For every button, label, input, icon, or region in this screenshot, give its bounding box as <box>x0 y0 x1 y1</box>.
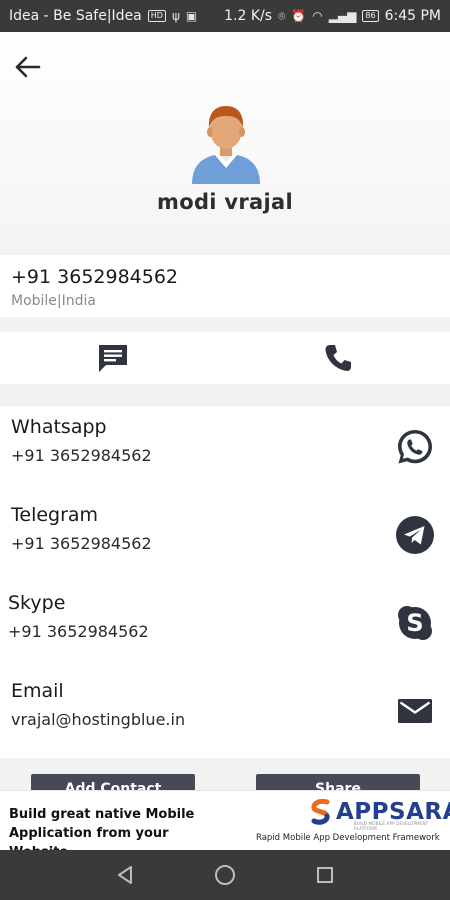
whatsapp-number: +91 3652984562 <box>11 446 152 465</box>
email-button[interactable] <box>394 690 436 732</box>
call-button[interactable] <box>318 340 358 376</box>
whatsapp-card[interactable]: Whatsapp +91 3652984562 <box>0 406 450 494</box>
phone-number: +91 3652984562 <box>11 266 179 288</box>
status-left: Idea - Be Safe|Idea HD ψ ▣ <box>9 8 197 24</box>
status-right: 1.2 K/s ⌾ ⏰ ◠ ▂▄▆ 86 6:45 PM <box>224 8 441 24</box>
triangle-back-icon <box>118 866 132 884</box>
telegram-number: +91 3652984562 <box>11 534 152 553</box>
carrier-text: Idea - Be Safe|Idea <box>9 8 142 24</box>
whatsapp-title: Whatsapp <box>11 416 107 438</box>
back-button[interactable] <box>8 50 46 84</box>
usb-icon: ψ <box>171 9 180 23</box>
wifi-icon: ◠ <box>312 9 323 23</box>
battery-icon: 86 <box>362 10 379 22</box>
whatsapp-icon <box>398 430 432 464</box>
brand-tagline: Rapid Mobile App Development Framework <box>256 833 440 843</box>
alarm-icon: ⏰ <box>291 9 307 23</box>
telegram-icon <box>396 516 434 554</box>
email-card[interactable]: Email vrajal@hostingblue.in <box>0 670 450 758</box>
clock-time: 6:45 PM <box>384 8 441 24</box>
email-title: Email <box>11 680 64 702</box>
system-nav-bar <box>0 850 450 900</box>
skype-title: Skype <box>8 592 66 614</box>
ad-banner[interactable]: Build great native Mobile Application fr… <box>0 790 450 850</box>
contact-name: modi vrajal <box>157 190 293 214</box>
email-address: vrajal@hostingblue.in <box>11 710 186 729</box>
whatsapp-button[interactable] <box>394 426 436 468</box>
nav-recents-button[interactable] <box>310 862 340 888</box>
arrow-left-icon <box>15 56 41 78</box>
telegram-card[interactable]: Telegram +91 3652984562 <box>0 494 450 582</box>
location-icon: ⌾ <box>278 8 286 23</box>
phone-type: Mobile|India <box>11 293 96 309</box>
email-icon <box>398 699 432 723</box>
contact-detail-page: modi vrajal +91 3652984562 Mobile|India … <box>0 32 450 850</box>
telegram-title: Telegram <box>11 504 99 526</box>
image-notification-icon: ▣ <box>185 9 198 23</box>
hd-badge: HD <box>147 10 166 22</box>
quick-actions-row <box>0 332 450 384</box>
contact-header: modi vrajal <box>0 32 450 254</box>
phone-icon <box>325 345 351 371</box>
primary-phone-block[interactable]: +91 3652984562 Mobile|India <box>0 255 450 317</box>
square-recents-icon <box>317 867 333 883</box>
skype-number: +91 3652984562 <box>8 622 149 641</box>
brand-small-text: BUILD MOBILE APP DEVELOPMENT PLATFORM <box>354 821 429 831</box>
svg-text:S: S <box>406 609 423 637</box>
circle-home-icon <box>215 865 235 885</box>
telegram-button[interactable] <box>394 514 436 556</box>
nav-back-button[interactable] <box>110 862 140 888</box>
banner-text: Build great native Mobile Application fr… <box>9 807 195 850</box>
appsara-logo-icon <box>311 799 330 825</box>
network-speed: 1.2 K/s <box>224 8 273 24</box>
nav-home-button[interactable] <box>210 862 240 888</box>
signal-icon: ▂▄▆ <box>328 9 357 23</box>
skype-icon: S <box>398 606 432 640</box>
skype-button[interactable]: S <box>394 602 436 644</box>
message-icon <box>99 345 127 372</box>
skype-card[interactable]: Skype +91 3652984562 S <box>0 582 450 670</box>
avatar <box>192 106 260 184</box>
message-button[interactable] <box>93 340 133 376</box>
status-bar: Idea - Be Safe|Idea HD ψ ▣ 1.2 K/s ⌾ ⏰ ◠… <box>0 0 450 32</box>
